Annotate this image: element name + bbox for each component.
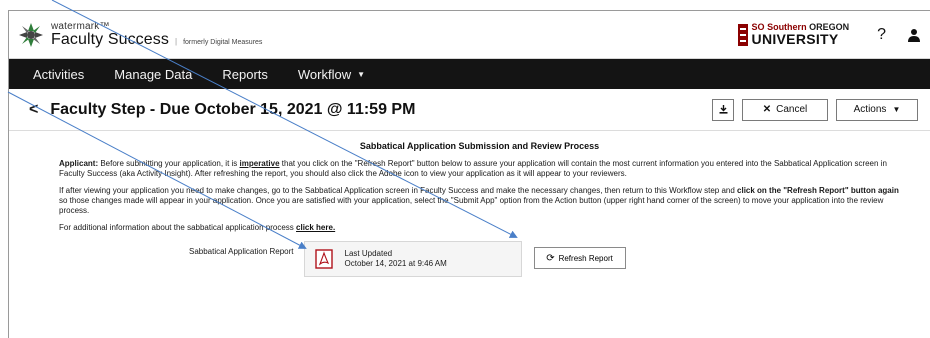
section-title: Sabbatical Application Submission and Re…	[359, 141, 600, 151]
last-updated-value: October 14, 2021 at 9:46 AM	[344, 259, 447, 268]
university-name: UNIVERSITY	[751, 31, 839, 47]
refresh-icon: ⟳	[546, 252, 555, 264]
chevron-down-icon: ▼	[357, 69, 366, 79]
pdf-icon[interactable]	[314, 249, 333, 269]
instructions-paragraph-1: Applicant: Before submitting your applic…	[59, 159, 887, 178]
brand-small: watermark™	[51, 20, 110, 32]
report-card: Last Updated October 14, 2021 at 9:46 AM	[303, 241, 522, 277]
page-title: Faculty Step - Due October 15, 2021 @ 11…	[50, 100, 416, 118]
user-icon[interactable]	[908, 28, 920, 42]
back-button[interactable]: <	[29, 101, 38, 119]
report-row: Sabbatical Application Report Last Updat…	[189, 241, 900, 277]
workflow-content: Sabbatical Application Submission and Re…	[9, 131, 930, 277]
university-shield-icon	[737, 23, 748, 46]
nav-manage-data[interactable]: Manage Data	[114, 67, 192, 82]
watermark-logo-icon	[19, 22, 43, 47]
nav-workflow[interactable]: Workflow ▼	[298, 67, 365, 82]
university-logo: SO Southern OREGON UNIVERSITY	[737, 23, 849, 47]
brand-formerly: formerly Digital Measures	[183, 38, 263, 46]
download-icon	[719, 105, 727, 114]
instructions-paragraph-2: If after viewing your application you ne…	[59, 186, 899, 215]
click-here-link[interactable]: click here.	[296, 223, 335, 232]
page-titlebar: < Faculty Step - Due October 15, 2021 @ …	[9, 89, 930, 131]
brand-main: Faculty Success	[51, 30, 169, 48]
cancel-button[interactable]: ✕ Cancel	[742, 98, 828, 121]
app-header: watermark™ Faculty Success | formerly Di…	[9, 11, 930, 59]
help-button[interactable]: ?	[877, 26, 886, 44]
last-updated-label: Last Updated	[344, 249, 393, 258]
close-icon: ✕	[762, 104, 772, 115]
caret-down-icon: ▼	[892, 105, 901, 114]
app-window: watermark™ Faculty Success | formerly Di…	[8, 10, 930, 338]
brand-separator: |	[174, 36, 178, 46]
download-button[interactable]	[712, 98, 734, 121]
actions-button[interactable]: Actions ▼	[836, 98, 918, 121]
report-label: Sabbatical Application Report	[189, 247, 294, 256]
main-nav: Activities Manage Data Reports Workflow ▼	[9, 59, 930, 89]
brand-logo[interactable]: watermark™ Faculty Success | formerly Di…	[17, 21, 262, 49]
nav-reports[interactable]: Reports	[222, 67, 268, 82]
instructions-paragraph-3: For additional information about the sab…	[59, 223, 336, 232]
refresh-report-button[interactable]: ⟳ Refresh Report	[533, 247, 626, 269]
nav-activities[interactable]: Activities	[33, 67, 84, 82]
